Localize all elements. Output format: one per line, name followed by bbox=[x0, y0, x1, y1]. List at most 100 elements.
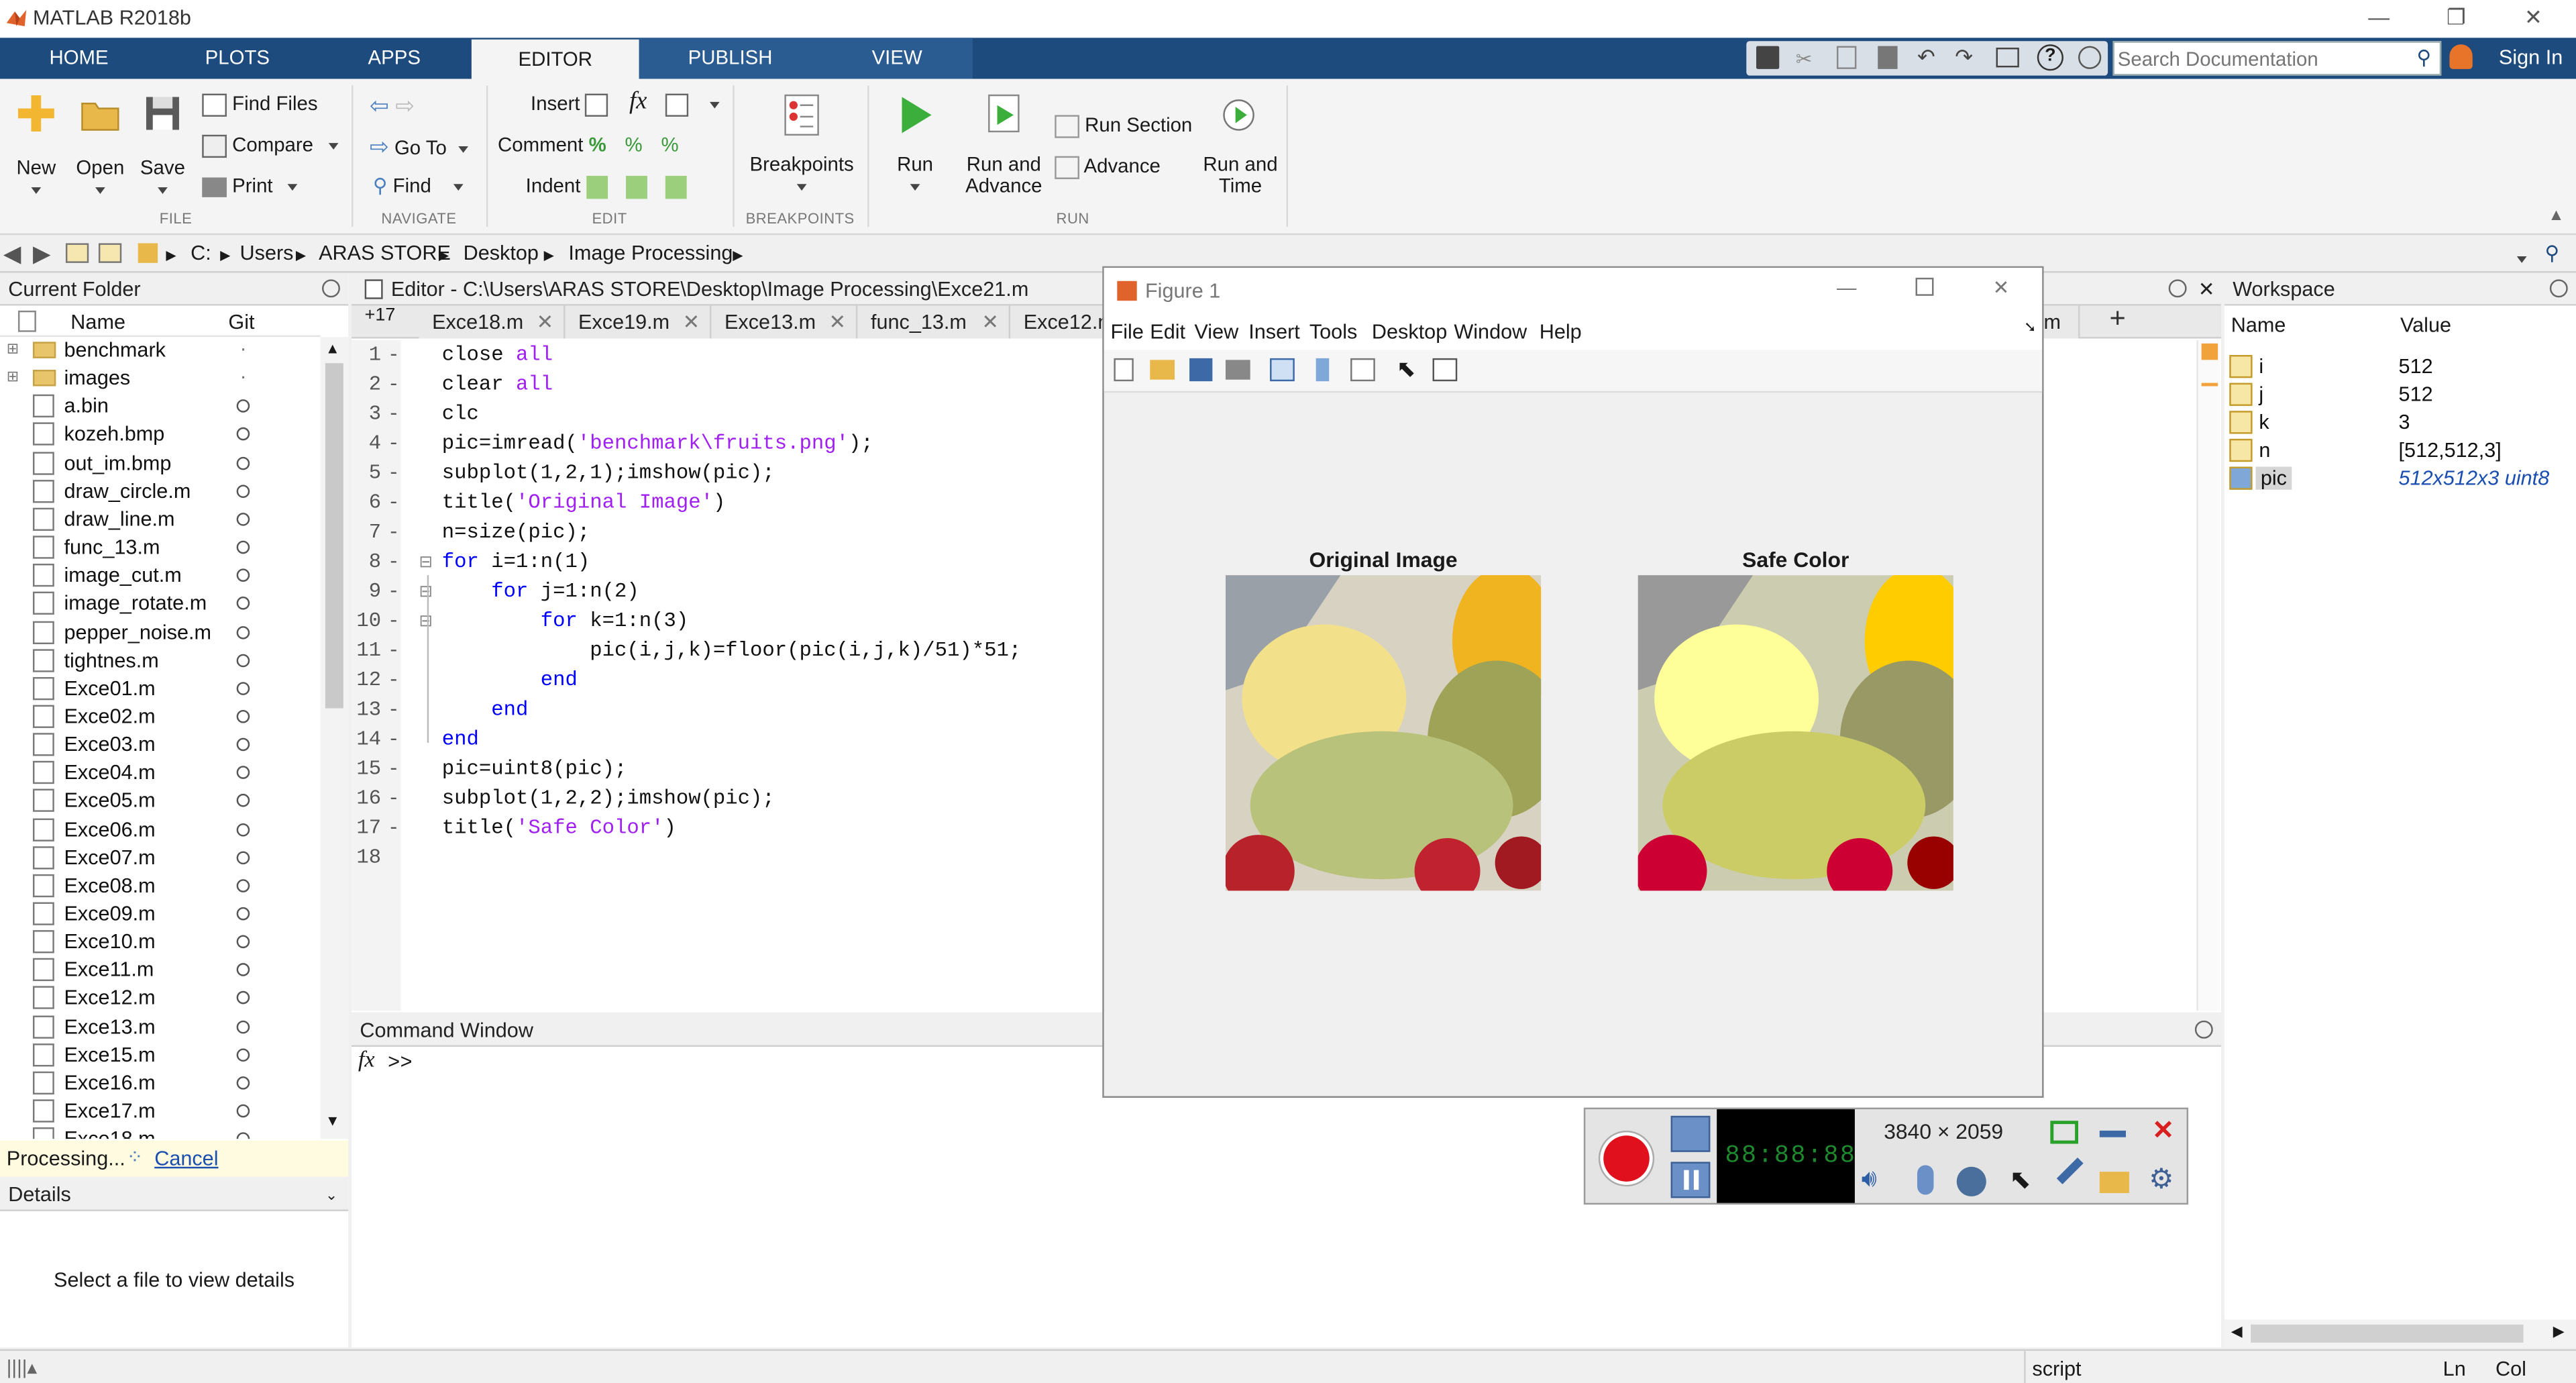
tab-plots[interactable]: PLOTS bbox=[158, 38, 317, 79]
code-fold-icon[interactable]: ⊟ bbox=[419, 613, 433, 631]
figure-menu-insert[interactable]: Insert bbox=[1248, 321, 1300, 344]
link-plot-icon[interactable] bbox=[1270, 358, 1295, 382]
tab-view[interactable]: VIEW bbox=[821, 38, 973, 79]
close-button[interactable]: ✕ bbox=[2517, 5, 2550, 31]
code-fold-icon[interactable]: ⊟ bbox=[419, 554, 433, 572]
print-button[interactable]: Print bbox=[202, 174, 299, 197]
more-tabs-indicator[interactable]: +17 bbox=[365, 306, 396, 325]
undo-icon[interactable]: ↶ bbox=[1917, 44, 1935, 70]
tab-apps[interactable]: APPS bbox=[317, 38, 472, 79]
code-line[interactable]: end bbox=[442, 699, 528, 721]
property-editor-icon[interactable] bbox=[1432, 358, 1458, 382]
new-button[interactable]: New bbox=[10, 92, 62, 201]
minimize-recorder-icon[interactable] bbox=[2099, 1130, 2127, 1137]
insert-function-button[interactable] bbox=[665, 92, 720, 117]
go-to-button[interactable]: ⇨ Go To bbox=[370, 133, 469, 161]
browse-folder-icon[interactable] bbox=[98, 243, 122, 263]
pointer-icon[interactable]: ⬉ bbox=[1397, 355, 1416, 383]
code-line[interactable]: subplot(1,2,1);imshow(pic); bbox=[442, 462, 775, 484]
insert-button[interactable]: Insert bbox=[531, 92, 609, 117]
file-item[interactable]: Exce08.m bbox=[0, 872, 321, 901]
advance-button[interactable]: Advance bbox=[1055, 154, 1161, 179]
legend-icon[interactable] bbox=[1350, 358, 1375, 382]
figure-maximize-button[interactable] bbox=[1915, 277, 1934, 296]
column-git[interactable]: Git bbox=[228, 311, 254, 334]
breakpoint-slot[interactable]: - bbox=[388, 669, 400, 692]
file-item[interactable]: pepper_noise.m bbox=[0, 619, 321, 647]
workspace-variable-row[interactable]: i 512 bbox=[2224, 354, 2576, 382]
file-item[interactable]: out_im.bmp bbox=[0, 450, 321, 478]
paste-icon[interactable] bbox=[1878, 46, 1898, 69]
breakpoint-slot[interactable]: - bbox=[388, 403, 400, 425]
chevron-down-icon[interactable]: ⌄ bbox=[325, 1178, 337, 1211]
file-item[interactable]: Exce01.m bbox=[0, 675, 321, 703]
settings-gear-icon[interactable]: ⚙ bbox=[2149, 1164, 2174, 1196]
new-figure-icon[interactable] bbox=[1114, 358, 1134, 382]
expand-icon[interactable]: ⊞ bbox=[7, 340, 19, 358]
workspace-variable-row[interactable]: k3 bbox=[2224, 409, 2576, 438]
restore-button[interactable]: ❐ bbox=[2440, 5, 2473, 31]
figure-menu-window[interactable]: Window bbox=[1454, 321, 1527, 344]
microphone-icon[interactable] bbox=[1917, 1165, 1934, 1195]
warning-marker[interactable] bbox=[2201, 382, 2218, 387]
scroll-left-icon[interactable]: ◀ bbox=[2231, 1323, 2243, 1341]
collapse-ribbon-icon[interactable]: ▲ bbox=[2548, 207, 2564, 225]
folder-item[interactable]: ⊞ images · bbox=[0, 365, 321, 393]
search-input[interactable] bbox=[2117, 46, 2407, 71]
breakpoint-slot[interactable]: - bbox=[388, 728, 400, 751]
code-line[interactable]: close all bbox=[442, 344, 553, 366]
panel-menu-icon[interactable] bbox=[2168, 279, 2187, 298]
details-header[interactable]: Details ⌄ bbox=[0, 1178, 349, 1211]
file-item[interactable]: image_rotate.m bbox=[0, 591, 321, 619]
file-item[interactable]: Exce02.m bbox=[0, 703, 321, 731]
save-button[interactable]: Save bbox=[135, 92, 191, 201]
new-tab-button[interactable]: + bbox=[2110, 303, 2126, 336]
editor-tab[interactable]: Exce13.m ✕ bbox=[711, 305, 858, 339]
file-item[interactable]: image_cut.m bbox=[0, 562, 321, 591]
file-item[interactable]: Exce18.m bbox=[0, 1126, 321, 1139]
code-line[interactable]: end bbox=[442, 669, 578, 692]
run-button[interactable]: Run bbox=[884, 92, 947, 197]
run-section-button[interactable]: Run Section bbox=[1055, 113, 1192, 138]
scroll-thumb[interactable] bbox=[2251, 1324, 2524, 1343]
up-folder-icon[interactable] bbox=[65, 243, 89, 263]
breadcrumb-drive[interactable]: C: bbox=[191, 242, 211, 264]
file-item[interactable]: Exce04.m bbox=[0, 760, 321, 788]
increase-indent-icon[interactable] bbox=[626, 175, 648, 199]
file-item[interactable]: draw_line.m bbox=[0, 506, 321, 534]
workspace-hscroll[interactable]: ◀ ▶ bbox=[2224, 1319, 2576, 1348]
editor-tab[interactable]: func_13.m ✕ bbox=[857, 305, 1011, 339]
print-figure-icon[interactable] bbox=[1225, 360, 1250, 380]
panel-menu-icon[interactable] bbox=[322, 279, 340, 298]
breadcrumb-desktop[interactable]: Desktop bbox=[464, 242, 539, 264]
file-item[interactable]: Exce06.m bbox=[0, 816, 321, 844]
file-item[interactable]: Exce10.m bbox=[0, 929, 321, 957]
find-button[interactable]: ⚲ Find bbox=[373, 174, 464, 197]
code-fold-icon[interactable]: ⊟ bbox=[419, 583, 433, 601]
scroll-down-icon[interactable]: ▼ bbox=[325, 1113, 340, 1129]
file-item[interactable]: Exce16.m bbox=[0, 1070, 321, 1098]
cut-icon[interactable]: ✂ bbox=[1796, 48, 1813, 70]
code-line[interactable]: pic(i,j,k)=floor(pic(i,j,k)/51)*51; bbox=[442, 639, 1021, 662]
file-item[interactable]: Exce05.m bbox=[0, 788, 321, 816]
file-item[interactable]: Exce12.m bbox=[0, 985, 321, 1013]
figure-menu-tools[interactable]: Tools bbox=[1309, 321, 1357, 344]
panel-menu-icon[interactable] bbox=[2194, 1020, 2213, 1039]
figure-menu-desktop[interactable]: Desktop bbox=[1372, 321, 1447, 344]
figure-close-button[interactable]: ✕ bbox=[1993, 276, 2010, 299]
tab-home[interactable]: HOME bbox=[0, 38, 158, 79]
breakpoints-button[interactable]: Breakpoints bbox=[746, 92, 858, 197]
editor-tab[interactable]: Exce18.m ✕ bbox=[419, 305, 566, 339]
code-line[interactable]: n=size(pic); bbox=[442, 521, 590, 544]
file-item[interactable]: kozeh.bmp bbox=[0, 421, 321, 450]
cancel-link[interactable]: Cancel bbox=[154, 1147, 218, 1170]
redo-icon[interactable]: ↷ bbox=[1955, 44, 1973, 70]
breakpoint-slot[interactable]: - bbox=[388, 373, 400, 396]
code-line[interactable]: title('Safe Color') bbox=[442, 817, 676, 839]
close-recorder-icon[interactable]: ✕ bbox=[2152, 1114, 2174, 1147]
colorbar-icon[interactable] bbox=[1316, 358, 1330, 382]
scroll-right-icon[interactable]: ▶ bbox=[2553, 1323, 2565, 1341]
column-name[interactable]: Name bbox=[2231, 314, 2286, 337]
folder-icon[interactable] bbox=[2099, 1172, 2129, 1193]
save-icon[interactable] bbox=[1756, 46, 1780, 69]
